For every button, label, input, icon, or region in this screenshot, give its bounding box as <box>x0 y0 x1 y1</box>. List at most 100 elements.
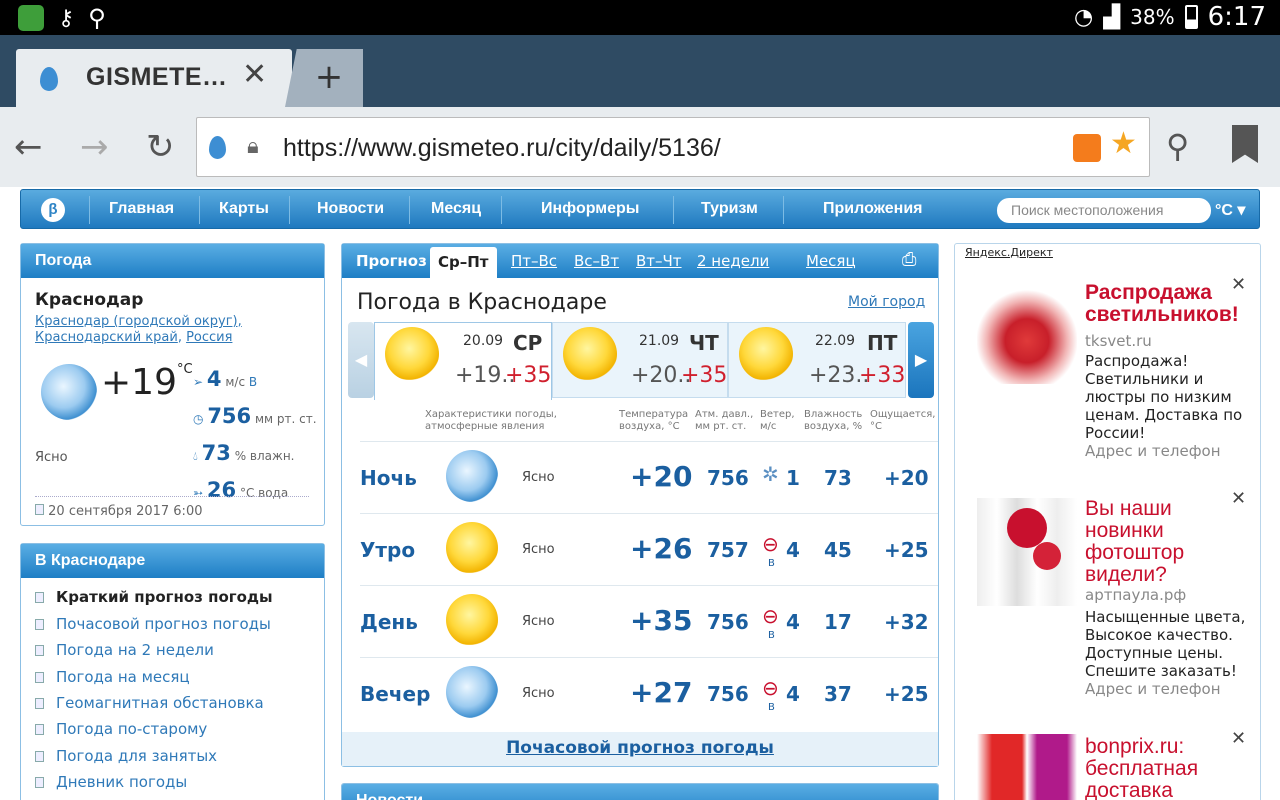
nav-home[interactable]: Главная <box>109 200 174 218</box>
country-link[interactable]: Россия <box>186 330 232 345</box>
district-link[interactable]: Краснодар (городской округ), <box>35 314 242 329</box>
city-name: Краснодар <box>35 290 144 310</box>
hourly-forecast-link[interactable]: Почасовой прогноз погоды <box>506 738 774 758</box>
ad-contact-link[interactable]: Адрес и телефон <box>1085 442 1221 460</box>
browser-tab-bar: GISMETE… ✕ + <box>0 35 1280 107</box>
tab-fri-sun[interactable]: Пт–Вс <box>511 252 557 270</box>
day-card[interactable]: 21.09 ЧТ +20.. +35 <box>552 322 728 398</box>
updated-time: 20 сентября 2017 6:00 <box>35 504 202 519</box>
tab-title: GISMETE… <box>86 63 228 91</box>
unit-label: °C <box>1215 202 1233 219</box>
current-weather-panel: Погода Краснодар Краснодар (городской ок… <box>20 243 325 526</box>
my-city-link[interactable]: Мой город <box>848 294 925 310</box>
ad-image-clothing[interactable] <box>977 734 1077 800</box>
browser-toolbar: ← → ↻ 🔒︎ https://www.gismeteo.ru/city/da… <box>0 107 1280 187</box>
day-max: +35 <box>681 363 728 388</box>
back-icon[interactable]: ← <box>14 127 43 167</box>
unit-selector[interactable]: °C ▾ <box>1215 200 1245 220</box>
ad-title[interactable]: Распродажа светильников! <box>1085 282 1245 326</box>
nav-month[interactable]: Месяц <box>431 200 481 218</box>
sun-icon <box>563 327 617 381</box>
news-panel: Новости <box>341 783 939 800</box>
browser-tab[interactable]: GISMETE… ✕ <box>16 49 292 107</box>
nav-maps[interactable]: Карты <box>219 200 269 218</box>
tab-label-forecast: Прогноз <box>356 252 427 270</box>
menu-item[interactable]: Краткий прогноз погоды <box>35 588 273 606</box>
ad-site[interactable]: артпаула.рф <box>1085 586 1186 604</box>
address-bar[interactable]: 🔒︎ https://www.gismeteo.ru/city/daily/51… <box>196 117 1150 177</box>
close-ad-icon[interactable]: ✕ <box>1231 274 1246 295</box>
ad-image-chandelier[interactable] <box>977 288 1077 384</box>
menu-item[interactable]: Погода для занятых <box>35 747 217 765</box>
location-search-input[interactable]: Поиск местоположения <box>997 198 1211 223</box>
url-text[interactable]: https://www.gismeteo.ru/city/daily/5136/ <box>283 134 721 163</box>
condition: Ясно <box>35 450 68 465</box>
tab-wed-fri[interactable]: Ср–Пт <box>430 247 497 278</box>
rss-icon[interactable] <box>1073 134 1101 162</box>
menu-item[interactable]: Почасовой прогноз погоды <box>35 615 271 633</box>
forward-icon[interactable]: → <box>80 127 109 167</box>
ad-title[interactable]: Вы наши новинки фотоштор видели? <box>1085 498 1225 586</box>
ad-text: Насыщенные цвета, Высокое качество. Дост… <box>1085 608 1246 680</box>
sun-icon <box>446 594 498 646</box>
menu-item[interactable]: Дневник погоды <box>35 773 187 791</box>
wifi-icon: ◔ <box>1074 4 1094 30</box>
nav-apps[interactable]: Приложения <box>823 200 923 218</box>
tab-two-weeks[interactable]: 2 недели <box>697 252 769 270</box>
day-name: ПТ <box>867 331 898 355</box>
ad-site[interactable]: tksvet.ru <box>1085 332 1152 350</box>
pressure-stat: ◷ 756 мм рт. ст. <box>193 404 317 428</box>
day-max: +33 <box>859 363 906 388</box>
city-menu-panel: В Краснодаре Краткий прогноз погоды Поча… <box>20 543 325 800</box>
ad-contact-link[interactable]: Адрес и телефон <box>1085 680 1221 698</box>
close-ad-icon[interactable]: ✕ <box>1231 488 1246 509</box>
menu-item[interactable]: Погода на 2 недели <box>35 641 214 659</box>
tab-sun-tue[interactable]: Вс–Вт <box>574 252 619 270</box>
news-panel-title: Новости <box>342 784 938 800</box>
day-card[interactable]: 22.09 ПТ +23.. +33 <box>728 322 906 398</box>
ad-text: Распродажа! Светильники и люстры по низк… <box>1085 352 1243 442</box>
battery-percent: 38% <box>1130 5 1175 29</box>
table-row: День Ясно +35 756 ⊖ В 4 17 +32 <box>360 585 938 657</box>
menu-item[interactable]: Погода на месяц <box>35 668 190 686</box>
close-ad-icon[interactable]: ✕ <box>1231 728 1246 749</box>
new-tab-button[interactable]: + <box>285 49 363 107</box>
nav-tourism[interactable]: Туризм <box>701 200 758 218</box>
prev-days-button[interactable]: ◀ <box>348 322 374 398</box>
region-link[interactable]: Краснодарский край <box>35 330 178 345</box>
key-icon: ⚷ <box>58 5 75 31</box>
reload-icon[interactable]: ↻ <box>146 127 175 167</box>
current-temp: +19°C <box>101 362 193 403</box>
day-date: 20.09 <box>463 333 504 349</box>
print-icon[interactable]: ⎙ <box>902 249 916 270</box>
menu-item[interactable]: Геомагнитная обстановка <box>35 694 264 712</box>
bookmarks-icon[interactable] <box>1232 125 1258 163</box>
day-name: ЧТ <box>689 331 719 355</box>
bookmark-star-icon[interactable]: ★ <box>1110 126 1137 161</box>
table-row: Ночь Ясно +20 756 ✲ 1 73 +20 <box>360 441 938 513</box>
close-tab-icon[interactable]: ✕ <box>242 57 267 92</box>
sun-icon <box>446 522 498 574</box>
day-name: СР <box>513 331 543 355</box>
tab-month[interactable]: Месяц <box>806 252 856 270</box>
ad-image-curtains[interactable] <box>977 498 1077 606</box>
next-days-button[interactable]: ▶ <box>908 322 934 398</box>
ad-title[interactable]: bonprix.ru: бесплатная доставка <box>1085 736 1235 800</box>
nav-news[interactable]: Новости <box>317 200 384 218</box>
nav-informers[interactable]: Информеры <box>541 200 639 218</box>
status-bar: ⚷ ⚲ ◔ ▟ 38% 6:17 <box>0 0 1280 35</box>
wind-stat: ➢ 4 м/с В <box>193 367 258 391</box>
ads-header[interactable]: Яндекс.Директ <box>965 246 1053 259</box>
day-card-selected[interactable]: 20.09 СР +19.. +35 <box>374 322 552 400</box>
moon-icon <box>41 364 97 420</box>
tab-tue-thu[interactable]: Вт–Чт <box>636 252 682 270</box>
menu-item[interactable]: Погода по-старому <box>35 720 207 738</box>
gismeteo-favicon <box>40 67 58 91</box>
forecast-tabs: Прогноз Ср–Пт Пт–Вс Вс–Вт Вт–Чт 2 недели… <box>342 244 938 278</box>
search-icon[interactable]: ⚲ <box>1166 127 1189 165</box>
water-stat: ➳ 26 °С вода <box>193 478 289 502</box>
day-date: 22.09 <box>815 333 856 349</box>
beta-logo-icon[interactable]: β <box>41 198 65 222</box>
forecast-panel: Прогноз Ср–Пт Пт–Вс Вс–Вт Вт–Чт 2 недели… <box>341 243 939 767</box>
table-row: Утро Ясно +26 757 ⊖ В 4 45 +25 <box>360 513 938 585</box>
